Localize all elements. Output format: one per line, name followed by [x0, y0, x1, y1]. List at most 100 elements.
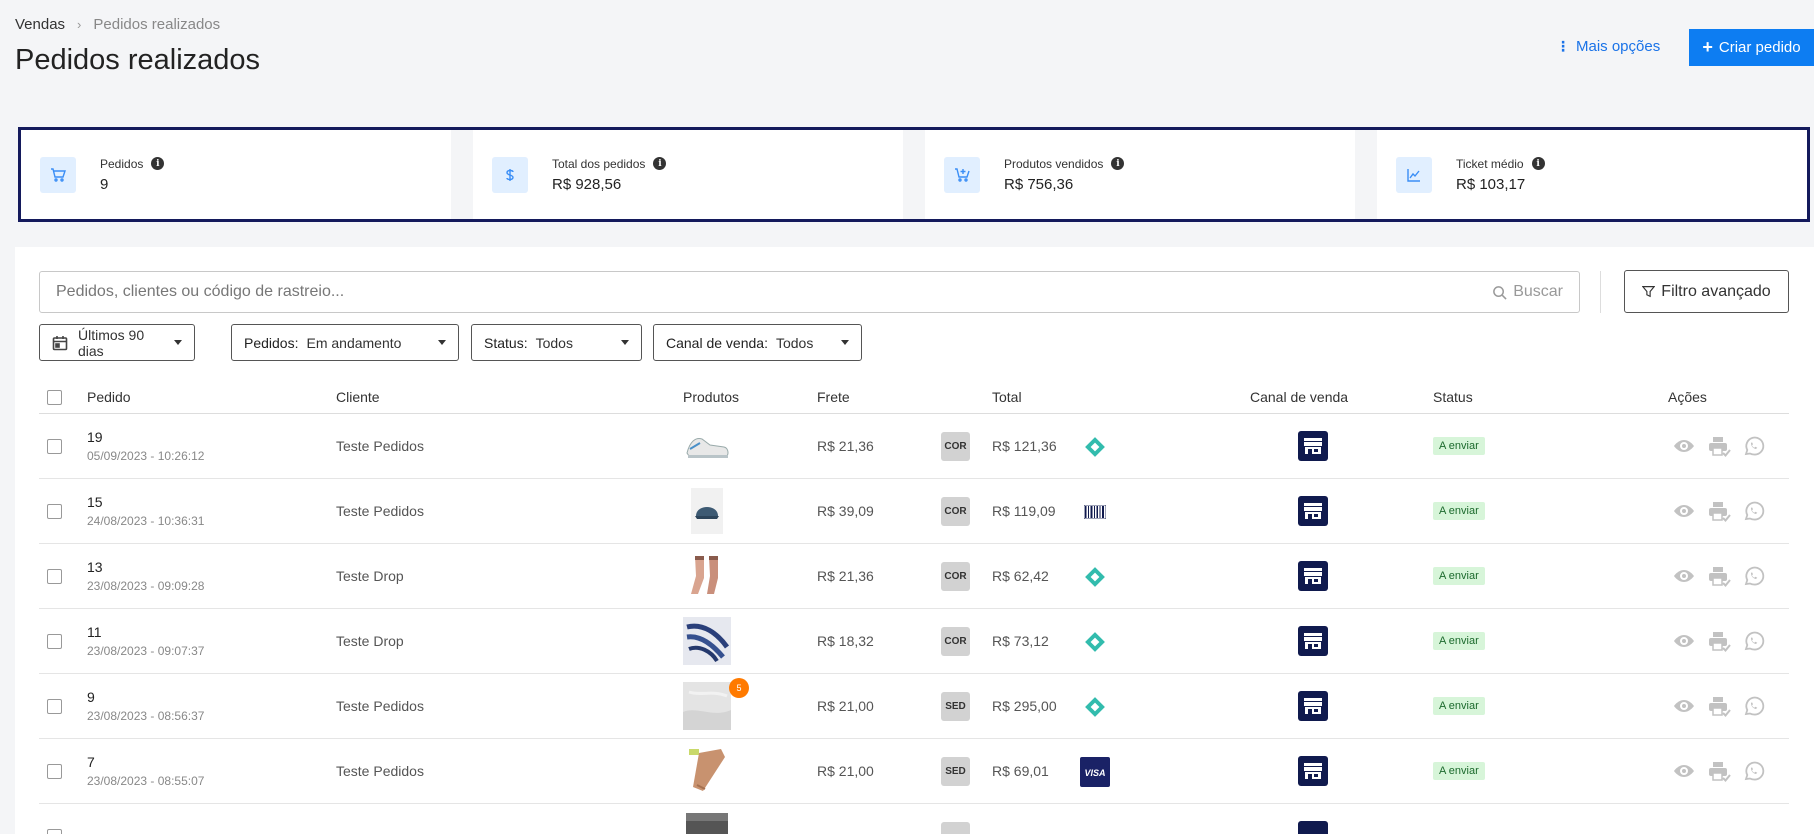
orders-filter-label: Pedidos:	[244, 334, 299, 351]
client-name: Teste Pedidos	[336, 503, 424, 519]
divider	[1600, 271, 1601, 313]
whatsapp-icon[interactable]	[1742, 760, 1766, 782]
eye-icon[interactable]	[1672, 760, 1696, 782]
info-icon[interactable]: i	[151, 157, 165, 170]
stat-value: R$ 103,17	[1456, 175, 1526, 193]
row-checkbox[interactable]	[47, 439, 62, 454]
row-checkbox[interactable]	[47, 569, 62, 584]
store-icon	[1298, 756, 1328, 786]
eye-icon[interactable]	[1672, 500, 1696, 522]
whatsapp-icon[interactable]	[1742, 695, 1766, 717]
eye-icon[interactable]	[1672, 695, 1696, 717]
row-actions	[1672, 565, 1766, 587]
more-options-button[interactable]: ⋮ Mais opções	[1556, 38, 1660, 55]
orders-dropdown[interactable]: Pedidos: Em andamento	[231, 324, 459, 361]
table-row[interactable]: 7 23/08/2023 - 08:55:07 Teste Pedidos R$…	[39, 739, 1789, 804]
search-button-label: Buscar	[1513, 283, 1563, 300]
table-row[interactable]: 19 05/09/2023 - 10:26:12 Teste Pedidos R…	[39, 414, 1789, 479]
printer-icon[interactable]	[1707, 695, 1731, 717]
pix-icon	[1079, 692, 1111, 722]
search-box: Buscar	[39, 271, 1580, 313]
status-badge: A enviar	[1433, 697, 1485, 715]
whatsapp-icon[interactable]	[1742, 435, 1766, 457]
row-checkbox[interactable]	[47, 634, 62, 649]
info-icon[interactable]: i	[1531, 157, 1545, 170]
printer-icon[interactable]	[1707, 630, 1731, 652]
status-badge: A enviar	[1433, 437, 1485, 455]
total-value: R$ 295,00	[992, 698, 1057, 714]
product-thumbnail-cap[interactable]	[683, 487, 731, 535]
search-input[interactable]	[56, 283, 1493, 301]
freight-value: R$ 18,32	[817, 633, 874, 649]
product-thumbnail-stockings[interactable]	[683, 747, 731, 795]
printer-icon[interactable]	[1707, 500, 1731, 522]
order-number[interactable]: 15	[87, 494, 103, 510]
product-thumbnail-fabric[interactable]	[683, 682, 731, 730]
breadcrumb-vendas[interactable]: Vendas	[15, 16, 65, 33]
col-total[interactable]: Total	[992, 389, 1022, 405]
whatsapp-icon[interactable]	[1742, 500, 1766, 522]
caret-down-icon	[841, 340, 849, 345]
order-number[interactable]: 9	[87, 689, 95, 705]
product-thumbnail-socks[interactable]	[683, 552, 731, 600]
product-thumbnail-scarf[interactable]	[683, 617, 731, 665]
create-order-label: Criar pedido	[1718, 39, 1801, 56]
row-checkbox[interactable]	[47, 764, 62, 779]
create-order-button[interactable]: + Criar pedido	[1689, 29, 1814, 66]
col-order[interactable]: Pedido	[87, 389, 131, 405]
table-row[interactable]: 11 23/08/2023 - 09:07:37 Teste Drop R$ 1…	[39, 609, 1789, 674]
col-client[interactable]: Cliente	[336, 389, 380, 405]
product-thumbnail[interactable]	[683, 812, 731, 834]
printer-icon[interactable]	[1707, 435, 1731, 457]
info-icon[interactable]: i	[1111, 157, 1125, 170]
printer-icon[interactable]	[1707, 760, 1731, 782]
printer-icon[interactable]	[1707, 565, 1731, 587]
advanced-filter-button[interactable]: Filtro avançado	[1624, 270, 1789, 313]
table-row[interactable]: 9 23/08/2023 - 08:56:37 Teste Pedidos 5 …	[39, 674, 1789, 739]
search-button[interactable]: Buscar	[1492, 283, 1563, 301]
status-dropdown[interactable]: Status: Todos	[471, 324, 642, 361]
product-thumbnail-sneaker[interactable]	[683, 422, 731, 470]
period-value: Últimos 90 dias	[78, 326, 145, 359]
stat-card-products: Produtos vendidos i R$ 756,36	[925, 130, 1355, 219]
col-products: Produtos	[683, 388, 740, 405]
freight-value: R$ 21,36	[817, 568, 874, 584]
eye-icon[interactable]	[1672, 630, 1696, 652]
stat-value: 9	[100, 175, 109, 193]
client-name: Teste Pedidos	[336, 438, 424, 454]
total-value: R$ 121,36	[992, 438, 1057, 454]
whatsapp-icon[interactable]	[1742, 565, 1766, 587]
col-freight[interactable]: Frete	[817, 389, 850, 405]
page-title: Pedidos realizados	[15, 44, 261, 76]
eye-icon[interactable]	[1672, 435, 1696, 457]
eye-icon[interactable]	[1672, 565, 1696, 587]
table-row[interactable]: 13 23/08/2023 - 09:09:28 Teste Drop R$ 2…	[39, 544, 1789, 609]
whatsapp-icon[interactable]	[1742, 630, 1766, 652]
channel-dropdown[interactable]: Canal de venda: Todos	[653, 324, 862, 361]
table-row[interactable]: 15 24/08/2023 - 10:36:31 Teste Pedidos R…	[39, 479, 1789, 544]
status-badge: A enviar	[1433, 632, 1485, 650]
order-number[interactable]: 11	[87, 624, 102, 640]
table-row[interactable]	[39, 804, 1789, 834]
order-date: 23/08/2023 - 09:07:37	[87, 644, 205, 658]
row-checkbox[interactable]	[47, 699, 62, 714]
advanced-filter-label: Filtro avançado	[1661, 282, 1771, 300]
cart-icon	[40, 156, 76, 193]
order-number[interactable]: 7	[87, 754, 95, 770]
row-checkbox[interactable]	[47, 829, 62, 834]
table-header: Pedido Cliente Produtos Frete Total Cana…	[39, 380, 1789, 414]
row-checkbox[interactable]	[47, 504, 62, 519]
kebab-icon: ⋮	[1556, 38, 1570, 54]
info-icon[interactable]: i	[653, 157, 667, 170]
order-number[interactable]: 13	[87, 559, 103, 575]
orders-panel: Buscar Filtro avançado Últimos 90 dias P…	[15, 247, 1814, 834]
store-icon	[1298, 691, 1328, 721]
period-dropdown[interactable]: Últimos 90 dias	[39, 324, 195, 361]
order-date: 23/08/2023 - 09:09:28	[87, 579, 205, 593]
freight-value: R$ 21,36	[817, 438, 874, 454]
carrier-badge: SED	[941, 757, 970, 786]
channel-filter-value: Todos	[775, 334, 814, 351]
select-all-checkbox[interactable]	[47, 390, 62, 405]
stat-label: Pedidos	[100, 156, 144, 171]
order-number[interactable]: 19	[87, 429, 103, 445]
